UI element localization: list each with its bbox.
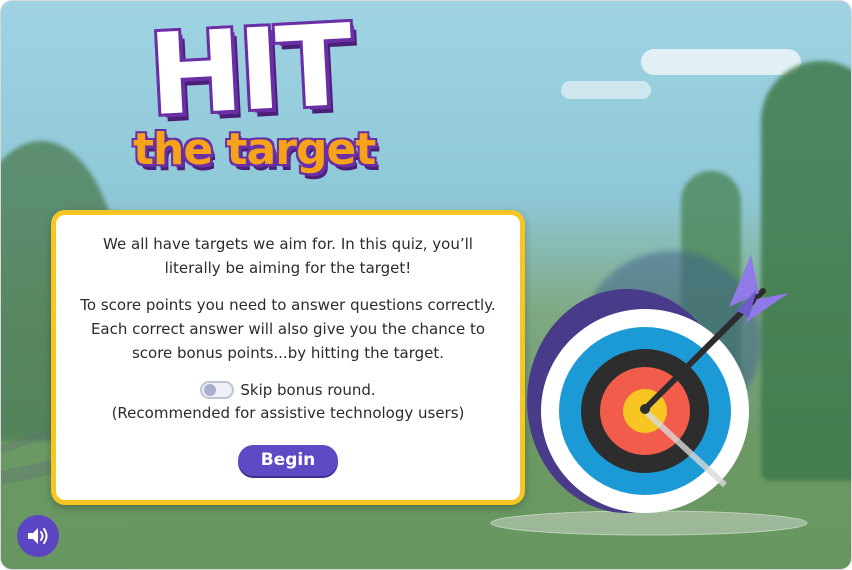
logo-title: HIT: [145, 0, 353, 142]
begin-button[interactable]: Begin: [238, 445, 338, 476]
background-cloud: [641, 49, 801, 75]
assistive-note: (Recommended for assistive technology us…: [111, 404, 465, 422]
skip-bonus-row: Skip bonus round.: [56, 381, 520, 399]
sound-button[interactable]: [17, 515, 59, 557]
intro-panel: We all have targets we aim for. In this …: [51, 210, 525, 505]
instructions-paragraph: To score points you need to answer quest…: [80, 296, 496, 362]
arrow-tip: [640, 404, 650, 414]
game-logo: HIT the target: [129, 0, 449, 193]
speaker-icon: [28, 528, 48, 544]
toggle-knob: [204, 384, 217, 396]
target-illustration: [490, 255, 808, 536]
background-cloud: [561, 81, 651, 99]
intro-paragraph: We all have targets we aim for. In this …: [103, 235, 473, 277]
skip-bonus-label[interactable]: Skip bonus round.: [240, 381, 375, 399]
target-shadow: [490, 510, 808, 536]
game-frame: HIT the target We all have targets we ai…: [0, 0, 852, 570]
skip-bonus-toggle[interactable]: [200, 381, 235, 399]
logo-subtitle: the target: [133, 124, 376, 175]
